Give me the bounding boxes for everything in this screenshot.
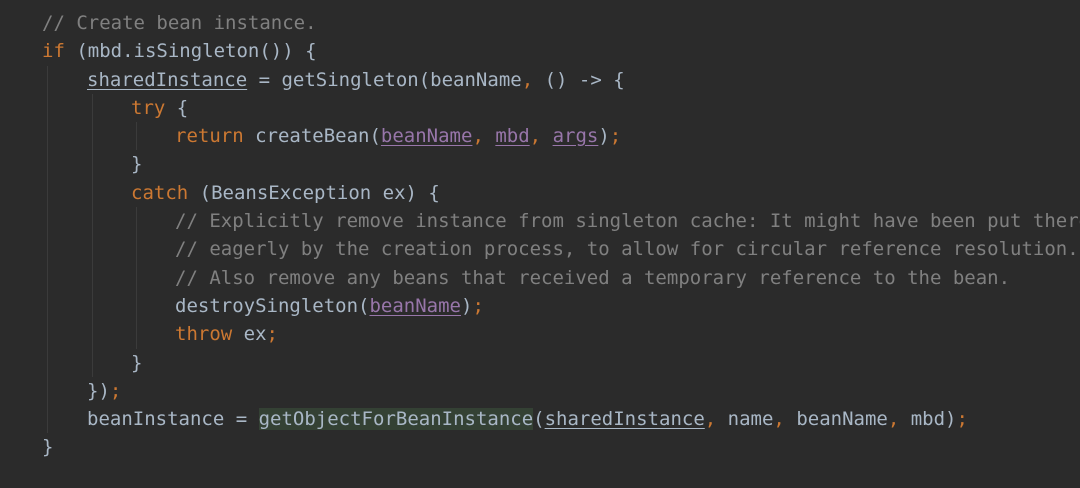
code-text: = [224, 408, 259, 431]
code-line-3: sharedInstance = getSingleton(beanName, … [0, 65, 1080, 94]
indent-guide [92, 235, 93, 264]
indent-guide [47, 93, 48, 123]
indent-guide [47, 263, 48, 292]
indent-guide [92, 122, 93, 151]
code-text: (mbd.isSingleton()) { [64, 40, 317, 63]
code-semicolon: ; [956, 408, 968, 431]
code-line-2: if (mbd.isSingleton()) { [0, 37, 1080, 65]
param-mbd: mbd [495, 125, 530, 148]
code-line-11: destroySingleton(beanName); [0, 291, 1080, 321]
code-text: () -> { [533, 68, 625, 91]
indent-guide [92, 320, 93, 349]
keyword-catch: catch [131, 181, 189, 204]
indent-guide [47, 320, 48, 349]
code-line-12: throw ex; [0, 320, 1080, 349]
code-text: } [42, 436, 54, 459]
param-args: args [552, 125, 599, 148]
indent-guide [136, 263, 137, 292]
indent-guide [47, 178, 48, 208]
indent-guide [92, 93, 93, 123]
code-comma: , [773, 408, 785, 431]
indent-guide [136, 122, 137, 151]
method-getObjectForBeanInstance: getObjectForBeanInstance [258, 408, 534, 431]
code-text: }) [87, 379, 110, 402]
indent-guide [136, 320, 137, 349]
code-line-6: } [0, 150, 1080, 179]
indent-guide [92, 178, 93, 208]
indent-guide [47, 376, 48, 406]
code-line-4: try { [0, 93, 1080, 123]
code-text: beanName [784, 408, 888, 431]
code-semicolon: ; [266, 323, 278, 346]
indent-guide [47, 291, 48, 321]
code-line-15: beanInstance = getObjectForBeanInstance(… [0, 405, 1080, 434]
code-comment: // Create bean instance. [42, 12, 317, 34]
code-comma: , [887, 408, 900, 431]
code-text: } [131, 153, 143, 176]
indent-guide [47, 405, 48, 434]
code-line-8: // Explicitly remove instance from singl… [0, 207, 1080, 236]
code-text: ) [460, 294, 473, 317]
indent-guide [47, 122, 48, 151]
code-comment: // eagerly by the creation process, to a… [175, 238, 1079, 261]
code-text: ) [598, 125, 610, 148]
code-text: name [716, 408, 774, 431]
code-editor[interactable]: // Create bean instance. if (mbd.isSingl… [0, 0, 1080, 488]
code-line-9: // eagerly by the creation process, to a… [0, 235, 1080, 264]
code-text: } [131, 351, 143, 374]
code-text: createBean( [243, 125, 381, 148]
code-comma: , [521, 68, 534, 91]
code-line-7: catch (BeansException ex) { [0, 178, 1080, 208]
code-text: destroySingleton( [175, 294, 370, 317]
code-line-1: // Create bean instance. [0, 9, 1080, 37]
code-comment: // Also remove any beans that received a… [175, 266, 1011, 289]
code-line-5: return createBean(beanName, mbd, args); [0, 122, 1080, 151]
indent-guide [92, 263, 93, 292]
variable-beanInstance: beanInstance [87, 408, 225, 431]
code-text: (BeansException ex) { [188, 181, 440, 204]
indent-guide [92, 291, 93, 321]
indent-guide [47, 65, 48, 94]
code-comma: , [704, 408, 717, 431]
code-line-14: }); [0, 376, 1080, 406]
indent-guide [136, 291, 137, 321]
indent-guide [136, 207, 137, 236]
param-beanName: beanName [369, 294, 461, 317]
indent-guide [136, 235, 137, 264]
code-line-16: } [0, 433, 1080, 461]
code-line-13: } [0, 348, 1080, 377]
code-comment: // Explicitly remove instance from singl… [175, 210, 1080, 233]
indent-guide [92, 150, 93, 179]
code-text: ( [533, 408, 545, 431]
indent-guide [92, 207, 93, 236]
indent-guide [47, 348, 48, 377]
code-semicolon: ; [109, 379, 122, 402]
code-text: { [165, 96, 189, 119]
keyword-try: try [131, 96, 166, 119]
code-comma: , [472, 125, 484, 148]
code-semicolon: ; [472, 294, 484, 317]
code-text: ex [232, 323, 267, 346]
keyword-return: return [175, 125, 244, 148]
variable-sharedInstance: sharedInstance [87, 68, 248, 91]
indent-guide [47, 207, 48, 236]
param-beanName: beanName [380, 125, 473, 148]
indent-guide [47, 150, 48, 179]
code-comma: , [529, 125, 542, 148]
keyword-throw: throw [175, 323, 233, 346]
indent-guide [47, 235, 48, 264]
code-line-10: // Also remove any beans that received a… [0, 263, 1080, 292]
code-text: mbd [899, 408, 946, 431]
variable-sharedInstance: sharedInstance [544, 408, 705, 431]
keyword-if: if [42, 40, 65, 63]
code-text: = getSingleton(beanName [247, 68, 522, 91]
code-semicolon: ; [609, 125, 622, 148]
code-text: ) [945, 408, 957, 431]
indent-guide [92, 348, 93, 377]
